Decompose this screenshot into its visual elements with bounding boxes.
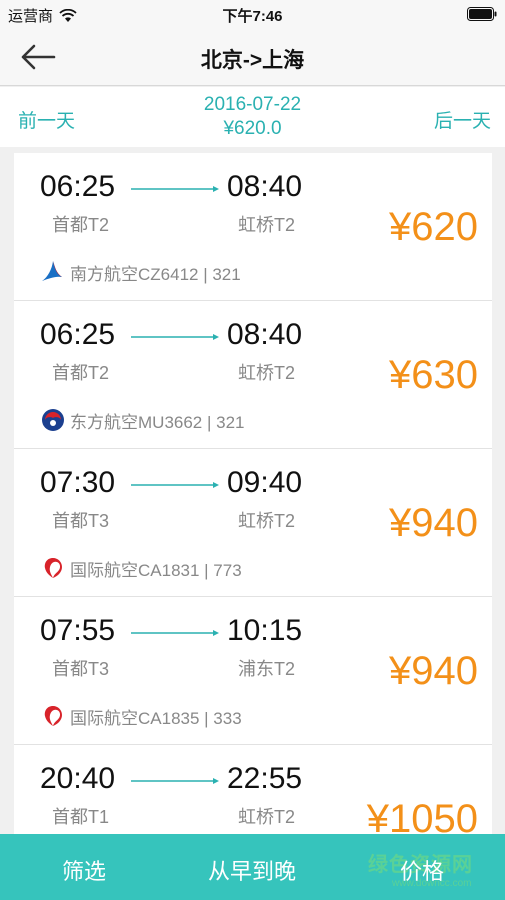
arrival-airport: 虹桥T2	[238, 363, 296, 383]
flight-row[interactable]: 07:55 10:15 首都T3 浦东T2 ¥940 国际航空CA1835 | …	[14, 597, 492, 745]
bottom-toolbar: 筛选 从早到晚 绿色资源网 www.downcc.com 价格	[0, 834, 505, 900]
airline-info: 国际航空CA1835 | 333	[40, 703, 242, 729]
flight-price: ¥940	[389, 649, 478, 693]
air-china-logo-icon	[44, 558, 62, 578]
airline-info: 东方航空MU3662 | 321	[40, 407, 244, 433]
battery-icon	[467, 7, 497, 21]
route-arrow-icon	[131, 334, 219, 340]
departure-time: 07:30	[40, 466, 116, 499]
nav-bar: 北京->上海	[0, 28, 505, 86]
arrival-airport: 虹桥T2	[238, 807, 296, 827]
china-eastern-logo-icon	[42, 409, 64, 431]
arrival-time: 10:15	[227, 614, 303, 647]
departure-time: 06:25	[40, 318, 116, 351]
flight-price: ¥630	[389, 353, 478, 397]
flight-price: ¥1050	[366, 797, 478, 835]
departure-airport: 首都T2	[52, 363, 110, 383]
arrival-time: 08:40	[227, 170, 303, 203]
air-china-logo-icon	[44, 706, 62, 726]
sort-by-time-button[interactable]: 从早到晚	[208, 854, 296, 886]
flight-row[interactable]: 07:30 09:40 首都T3 虹桥T2 ¥940 国际航空CA1831 | …	[14, 449, 492, 597]
departure-airport: 首都T1	[52, 807, 110, 827]
flight-price: ¥620	[389, 205, 478, 249]
departure-time: 06:25	[40, 170, 116, 203]
next-day-button[interactable]: 后一天	[434, 106, 491, 133]
date-label: 2016-07-22	[203, 94, 302, 115]
flight-price: ¥940	[389, 501, 478, 545]
filter-button[interactable]: 筛选	[62, 854, 106, 886]
flight-list: 06:25 08:40 首都T2 虹桥T2 ¥620 南方航空CZ6412 | …	[14, 153, 492, 835]
selected-date: 2016-07-22 ¥620.0	[0, 93, 505, 141]
page-title: 北京->上海	[200, 49, 305, 72]
airline-label: 东方航空MU3662 | 321	[70, 412, 245, 432]
arrival-airport: 虹桥T2	[238, 215, 296, 235]
departure-airport: 首都T3	[52, 511, 110, 531]
route-arrow-icon	[131, 778, 219, 784]
airline-info: 南方航空CZ6412 | 321	[40, 259, 241, 285]
route-arrow-icon	[131, 482, 219, 488]
sort-by-price-button[interactable]: 价格	[400, 854, 444, 886]
status-bar: 运营商 下午7:46	[0, 0, 505, 28]
airline-info: 国际航空CA1831 | 773	[40, 555, 242, 581]
departure-airport: 首都T3	[52, 659, 110, 679]
arrival-airport: 浦东T2	[238, 659, 296, 679]
flight-row[interactable]: 06:25 08:40 首都T2 虹桥T2 ¥630 东方航空MU3662 | …	[14, 301, 492, 449]
departure-time: 20:40	[40, 762, 116, 795]
airline-label: 南方航空CZ6412 | 321	[70, 264, 241, 284]
route-arrow-icon	[131, 186, 219, 192]
airline-label: 国际航空CA1835 | 333	[70, 708, 242, 728]
arrival-time: 22:55	[227, 762, 303, 795]
route-arrow-icon	[131, 630, 219, 636]
departure-airport: 首都T2	[52, 215, 110, 235]
lowest-price-label: ¥620.0	[223, 118, 282, 139]
flight-row[interactable]: 06:25 08:40 首都T2 虹桥T2 ¥620 南方航空CZ6412 | …	[14, 153, 492, 301]
arrival-time: 09:40	[227, 466, 303, 499]
date-bar: 前一天 2016-07-22 ¥620.0 后一天	[0, 87, 505, 147]
china-southern-logo-icon	[42, 261, 62, 281]
departure-time: 07:55	[40, 614, 116, 647]
airline-label: 国际航空CA1831 | 773	[70, 560, 242, 580]
arrival-time: 08:40	[227, 318, 303, 351]
status-time: 下午7:46	[222, 8, 283, 25]
arrival-airport: 虹桥T2	[238, 511, 296, 531]
flight-row[interactable]: 20:40 22:55 首都T1 虹桥T2 ¥1050	[14, 745, 492, 835]
